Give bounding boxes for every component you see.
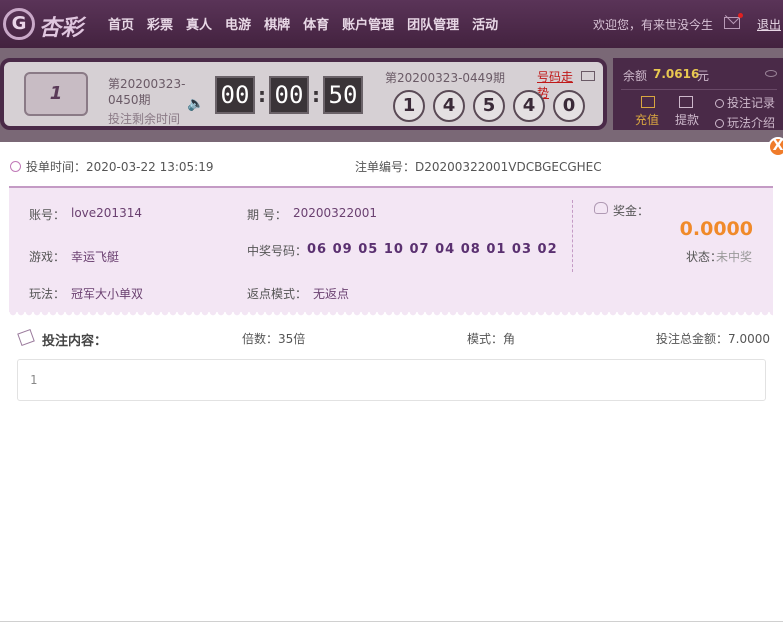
balance-value: 7.0616 (653, 67, 700, 81)
nav-item-events[interactable]: 活动 (472, 14, 498, 33)
recharge-icon[interactable] (641, 96, 655, 108)
result-ball: 5 (473, 90, 505, 122)
bet-time: 投单时间：2020-03-22 13:05:19 (10, 158, 213, 175)
lottery-strip: 1 第20200323-0450期 投注剩余时间 🔈 00 : 00 : 50 … (0, 48, 783, 142)
status-value: 未中奖 (716, 250, 753, 264)
game-label: 游戏： (29, 250, 66, 264)
game-value: 幸运飞艇 (71, 250, 120, 264)
remain-time-label: 投注剩余时间 (108, 112, 181, 126)
clock-icon (10, 161, 21, 172)
bet-mode: 模式：角 (467, 332, 516, 346)
result-balls: 1 4 5 4 0 (393, 90, 593, 122)
logout-link[interactable]: 退出 (757, 16, 781, 33)
nav-item-team[interactable]: 团队管理 (407, 14, 459, 33)
multiplier: 倍数：35倍 (242, 332, 306, 346)
result-ball: 1 (393, 90, 425, 122)
recharge-button[interactable]: 充值 (635, 111, 659, 128)
bet-content-box: 1 (17, 359, 766, 401)
play-label: 玩法： (29, 287, 66, 301)
unread-dot (738, 13, 743, 18)
top-nav-bar: G 杏彩 首页 彩票 真人 电游 棋牌 体育 账户管理 团队管理 活动 欢迎您，… (0, 0, 783, 48)
result-ball: 0 (553, 90, 585, 122)
help-icon (715, 119, 724, 128)
account-value: love201314 (71, 206, 142, 220)
bet-content-title: 投注内容： (42, 334, 108, 349)
main-nav: 首页 彩票 真人 电游 棋牌 体育 账户管理 团队管理 活动 (108, 14, 511, 33)
logo-text: 杏彩 (39, 15, 84, 41)
bet-record-link[interactable]: 投注记录 (715, 94, 775, 111)
lottery-logo: 1 (24, 72, 88, 116)
timer-minutes: 00 (269, 76, 309, 114)
total-bet-amount: 投注总金额：7.0000 (656, 332, 770, 346)
chart-icon[interactable] (581, 71, 595, 81)
bet-content-value: 1 (30, 373, 38, 387)
balance-unit: 元 (697, 69, 710, 83)
issue-value: 20200322001 (293, 206, 377, 220)
order-number: 注单编号：D20200322001VDCBGECGHEC (355, 160, 602, 174)
rebate-value: 无返点 (313, 287, 350, 301)
nav-item-live[interactable]: 真人 (186, 14, 212, 33)
prize-label: 奖金： (613, 204, 650, 218)
play-intro-link[interactable]: 玩法介绍 (715, 114, 775, 131)
nav-item-sports[interactable]: 体育 (303, 14, 329, 33)
account-panel: 余额 7.0616 元 充值 提款 投注记录 玩法介绍 (613, 58, 783, 130)
bet-info-box: 账号： love201314 期 号： 20200322001 游戏： 幸运飞艇… (9, 186, 773, 316)
money-bag-icon (594, 202, 608, 214)
result-ball: 4 (513, 90, 545, 122)
logo-mark: G (3, 8, 35, 40)
mail-icon[interactable] (724, 17, 740, 29)
last-issue: 第20200323-0449期 (385, 71, 505, 85)
account-label: 账号： (29, 208, 66, 222)
timer-seconds: 50 (323, 76, 363, 114)
nav-item-account[interactable]: 账户管理 (342, 14, 394, 33)
balance-label: 余额 (623, 69, 648, 83)
speaker-icon[interactable]: 🔈 (187, 96, 204, 112)
nav-item-chess[interactable]: 棋牌 (264, 14, 290, 33)
wallet-icon[interactable] (679, 96, 693, 108)
welcome-text: 欢迎您，有来世没今生 (593, 18, 714, 32)
prize-amount: 0.0000 (679, 218, 753, 240)
play-value: 冠军大小单双 (71, 287, 144, 301)
countdown-timer: 00 : 00 : 50 (215, 76, 363, 114)
site-logo[interactable]: G 杏彩 (3, 6, 89, 42)
eye-icon[interactable] (765, 70, 777, 77)
winning-numbers-label: 中奖号码： (247, 244, 308, 258)
winning-numbers: 06 09 05 10 07 04 08 01 03 02 (307, 242, 558, 257)
rebate-label: 返点模式： (247, 287, 308, 301)
nav-item-home[interactable]: 首页 (108, 14, 134, 33)
nav-item-egame[interactable]: 电游 (225, 14, 251, 33)
close-button[interactable]: X (768, 137, 783, 157)
issue-label: 期 号： (247, 208, 287, 222)
withdraw-button[interactable]: 提款 (675, 111, 699, 128)
timer-hours: 00 (215, 76, 255, 114)
result-ball: 4 (433, 90, 465, 122)
nav-item-lottery[interactable]: 彩票 (147, 14, 173, 33)
clock-icon (715, 99, 724, 108)
lottery-panel: 1 第20200323-0450期 投注剩余时间 🔈 00 : 00 : 50 … (0, 58, 607, 130)
